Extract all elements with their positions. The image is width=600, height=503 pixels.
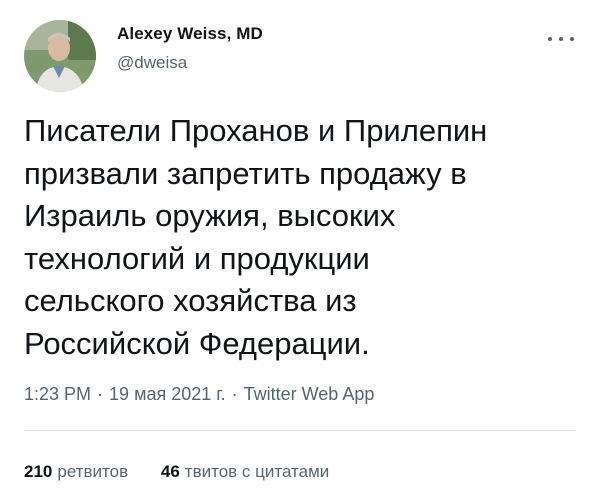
tweet-line: сельского хозяйства из (24, 283, 357, 318)
author-display-name[interactable]: Alexey Weiss, MD (117, 24, 263, 44)
tweet-card: Alexey Weiss, MD @dweisa Писатели Прохан… (0, 0, 600, 503)
retweets-stat[interactable]: 210 ретвитов (24, 462, 128, 482)
more-dot (548, 37, 552, 41)
tweet-line: Российской Федерации. (24, 325, 370, 361)
quotes-count: 46 (160, 462, 180, 481)
separator: · (231, 384, 238, 404)
tweet-metadata: 1:23 PM · 19 мая 2021 г. · Twitter Web App (24, 384, 374, 405)
tweet-text: Писатели Проханов и Прилепин призвали за… (24, 110, 574, 365)
quotes-stat[interactable]: 46 твитов с цитатами (161, 462, 329, 482)
separator: · (97, 384, 104, 404)
tweet-date[interactable]: 19 мая 2021 г. (109, 384, 226, 404)
tweet-stats: 210 ретвитов 46 твитов с цитатами (24, 462, 357, 482)
tweet-line: технологий и продукции (24, 240, 370, 276)
retweets-label: ретвитов (57, 462, 129, 481)
retweets-count: 210 (24, 462, 53, 481)
more-dot (559, 37, 563, 41)
tweet-line: Писатели Проханов и Прилепин (24, 113, 488, 148)
divider (24, 430, 576, 431)
author-handle[interactable]: @dweisa (117, 53, 187, 73)
more-horizontal-icon[interactable] (548, 34, 574, 44)
tweet-time[interactable]: 1:23 PM (24, 384, 91, 404)
more-dot (570, 37, 574, 41)
tweet-line: Израиль оружия, высоких (24, 198, 396, 233)
avatar-photo (24, 20, 96, 92)
tweet-line: призвали запретить продажу в (24, 155, 467, 191)
tweet-source[interactable]: Twitter Web App (244, 384, 375, 404)
quotes-label: твитов с цитатами (184, 462, 330, 481)
avatar[interactable] (24, 20, 96, 92)
